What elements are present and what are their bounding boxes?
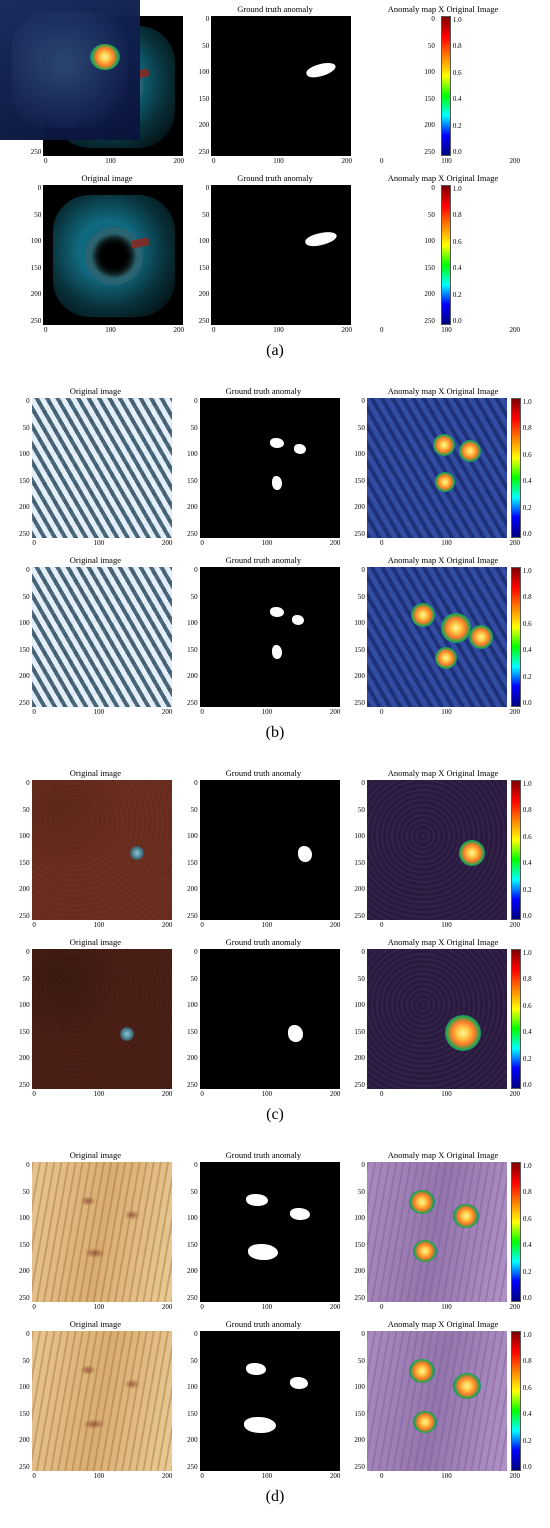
figure-group-d: Original image 050100150200250 0100200 G…	[0, 1146, 550, 1528]
image-gt	[200, 1162, 340, 1302]
x-axis: 0100200	[380, 158, 520, 165]
panel-ground-truth: Ground truth anomaly 050100150200250 010…	[186, 1319, 340, 1480]
figure-group-b: Original image 050100150200250 0100200 G…	[0, 382, 550, 764]
image-original	[32, 1162, 172, 1302]
image-original	[32, 780, 172, 920]
image-anomaly	[367, 1331, 507, 1471]
image-gt	[200, 780, 340, 920]
panel-anomaly-map: Anomaly map X Original Image 05010015020…	[354, 937, 531, 1098]
x-axis: 0100200	[212, 158, 352, 165]
figure-group-c: Original image 050100150200250 0100200 G…	[0, 764, 550, 1146]
figure-group-a: Original image 0 50 100 150 200 250 0 10…	[0, 0, 550, 382]
panel-ground-truth: Ground truth anomaly 050100150200250 010…	[186, 1150, 340, 1311]
panel-original: Original image 050100150200250 0100200	[18, 555, 172, 716]
panel-title: Anomaly map X Original Image	[388, 4, 498, 14]
figure-row: Original image 050100150200250 0100200 G…	[10, 386, 540, 547]
panel-anomaly-map: Anomaly map X Original Image 05010015020…	[366, 173, 520, 334]
y-axis: 050100150200250	[199, 16, 210, 156]
x-axis: 0 100 200	[44, 158, 184, 165]
plot: 050100150200250 1.00.80.60.40.20.0	[424, 16, 461, 156]
plot: 050100150200250	[199, 16, 352, 156]
panel-anomaly-map: Anomaly map X Original Image 05010015020…	[354, 386, 531, 547]
image-gt	[200, 949, 340, 1089]
colorbar	[511, 398, 521, 538]
image-gt	[211, 185, 351, 325]
panel-title: Original image	[81, 173, 132, 183]
image-anomaly	[367, 567, 507, 707]
panel-title: Ground truth anomaly	[237, 173, 313, 183]
image-gt	[200, 398, 340, 538]
colorbar	[511, 1331, 521, 1471]
panel-anomaly-map: Anomaly map X Original Image 05010015020…	[366, 4, 520, 165]
panel-ground-truth: Ground truth anomaly 050100150200250 010…	[186, 768, 340, 929]
panel-anomaly-map: Anomaly map X Original Image 05010015020…	[354, 1319, 531, 1480]
image-original	[43, 185, 183, 325]
figure-row: Original image 050100150200250 0100200 G…	[10, 1319, 540, 1480]
image-original	[32, 949, 172, 1089]
image-anomaly	[367, 949, 507, 1089]
subfigure-caption: (b)	[10, 724, 540, 742]
colorbar	[511, 567, 521, 707]
panel-anomaly-map: Anomaly map X Original Image 05010015020…	[354, 768, 531, 929]
panel-anomaly-map: Anomaly map X Original Image 05010015020…	[354, 555, 531, 716]
panel-title: Anomaly map X Original Image	[388, 173, 498, 183]
colorbar-ticks: 1.00.80.60.40.20.0	[453, 16, 462, 156]
figure-row: Original image 050100150200250 0100200 G…	[10, 1150, 540, 1311]
panel-original: Original image 050100150200250 0100200	[18, 1319, 172, 1480]
figure-row: Original image 050100150200250 0100200 G…	[10, 937, 540, 1098]
subfigure-caption: (d)	[10, 1488, 540, 1506]
panel-original: Original image 050100150200250 0100200	[18, 1150, 172, 1311]
colorbar	[511, 780, 521, 920]
panel-ground-truth: Ground truth anomaly 050100150200250 010…	[186, 555, 340, 716]
panel-ground-truth: Ground truth anomaly 050100150200250 010…	[198, 4, 352, 165]
image-gt	[200, 567, 340, 707]
colorbar	[511, 1162, 521, 1302]
panel-anomaly-map: Anomaly map X Original Image 05010015020…	[354, 1150, 531, 1311]
panel-ground-truth: Ground truth anomaly 050100150200250 010…	[186, 937, 340, 1098]
panel-original: Original image 050100150200250 0100200	[18, 386, 172, 547]
figure-row: Original image 050100150200250 0100200 G…	[10, 555, 540, 716]
image-anomaly	[367, 398, 507, 538]
image-anomaly	[367, 780, 507, 920]
colorbar	[511, 949, 521, 1089]
image-anomaly	[367, 1162, 507, 1302]
colorbar	[441, 185, 451, 325]
image-original	[32, 567, 172, 707]
panel-original: Original image 050100150200250 0100200	[18, 937, 172, 1098]
panel-original: Original image 050100150200250 0100200	[18, 768, 172, 929]
figure-row: Original image 050100150200250 0100200 G…	[10, 173, 540, 334]
colorbar	[441, 16, 451, 156]
panel-ground-truth: Ground truth anomaly 050100150200250 010…	[186, 386, 340, 547]
panel-title: Ground truth anomaly	[237, 4, 313, 14]
image-original	[32, 1331, 172, 1471]
image-gt	[200, 1331, 340, 1471]
image-anomaly	[0, 0, 140, 140]
figure-row: Original image 050100150200250 0100200 G…	[10, 768, 540, 929]
y-axis: 050100150200250	[424, 16, 435, 156]
image-original	[32, 398, 172, 538]
panel-original: Original image 050100150200250 0100200	[30, 173, 184, 334]
subfigure-caption: (a)	[10, 342, 540, 360]
panel-ground-truth: Ground truth anomaly 050100150200250 010…	[198, 173, 352, 334]
image-gt	[211, 16, 351, 156]
subfigure-caption: (c)	[10, 1106, 540, 1124]
